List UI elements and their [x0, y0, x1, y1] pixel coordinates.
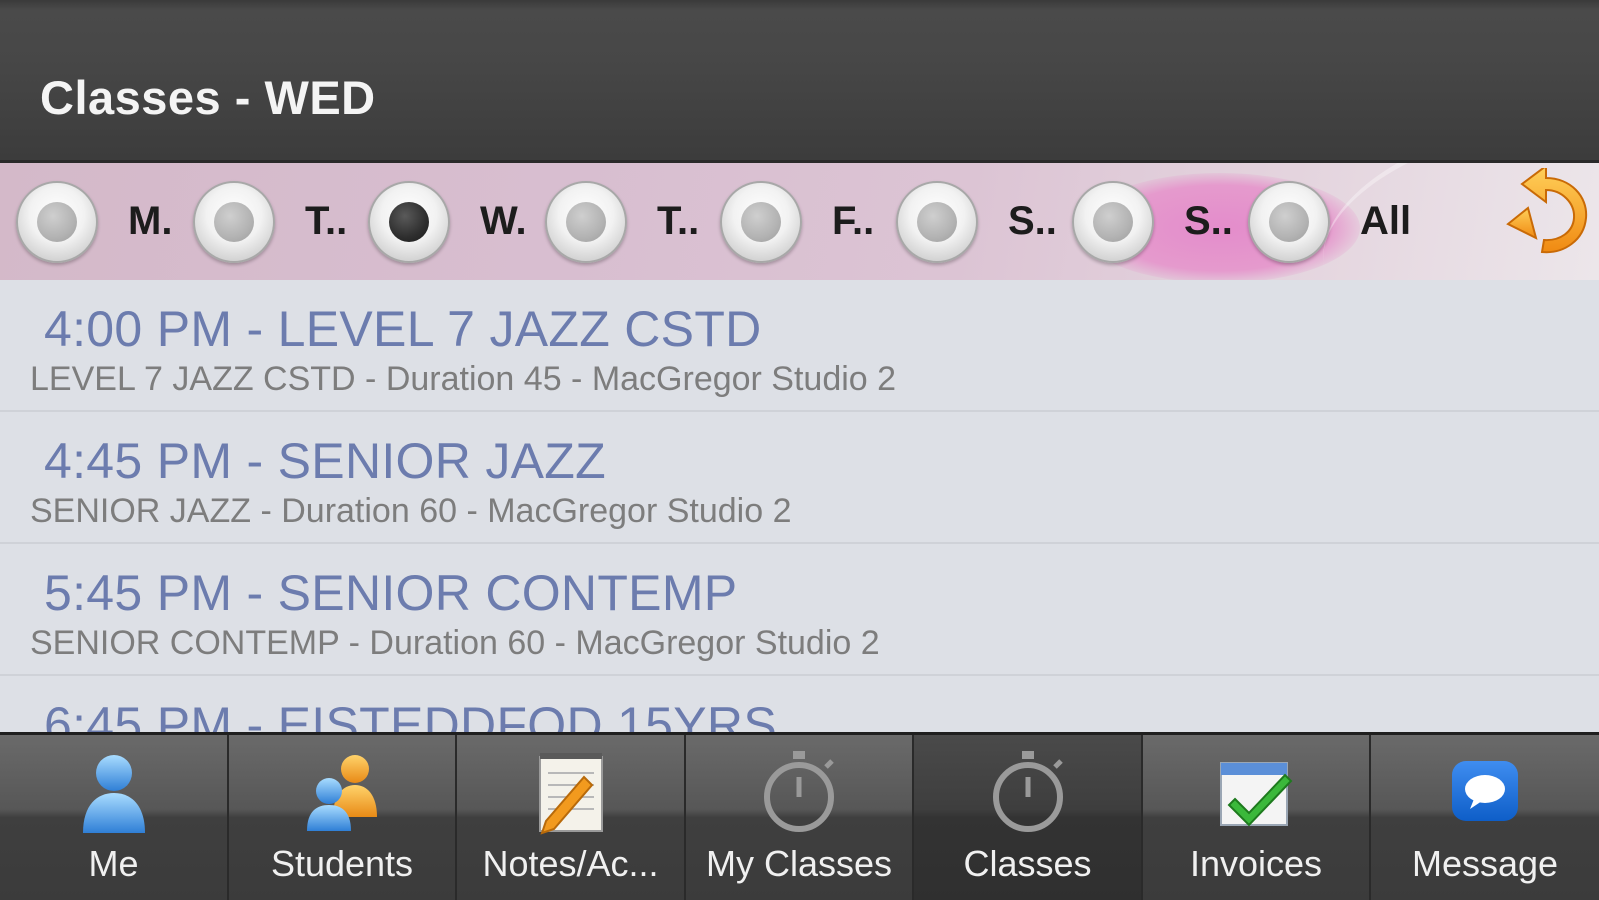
radio-button-selected[interactable]: [368, 180, 450, 263]
day-label: T..: [657, 199, 700, 243]
class-row[interactable]: 4:00 PM - LEVEL 7 JAZZ CSTD LEVEL 7 JAZZ…: [0, 280, 1599, 412]
tab-notes[interactable]: Notes/Ac...: [457, 735, 686, 900]
students-icon: [307, 755, 377, 831]
tab-label: Classes: [963, 843, 1092, 884]
radio-button[interactable]: [1072, 180, 1154, 263]
day-label: W.: [480, 199, 527, 243]
tab-students[interactable]: Students: [229, 735, 457, 900]
class-title: 4:00 PM - LEVEL 7 JAZZ CSTD: [44, 301, 762, 357]
tab-label: Notes/Ac...: [482, 843, 659, 884]
app: Classes - WED M. T.. W. T.. F.. S.. S.. …: [0, 0, 1599, 900]
tab-label: Invoices: [1189, 843, 1323, 884]
notes-icon: [538, 753, 603, 835]
tab-label: Message: [1411, 843, 1559, 884]
class-subtitle: SENIOR JAZZ - Duration 60 - MacGregor St…: [30, 492, 792, 530]
page-title: Classes - WED: [40, 71, 376, 124]
day-label: M.: [128, 199, 173, 243]
radio-button[interactable]: [896, 180, 978, 263]
class-list[interactable]: 4:00 PM - LEVEL 7 JAZZ CSTD LEVEL 7 JAZZ…: [0, 280, 1599, 732]
tab-invoices[interactable]: Invoices: [1143, 735, 1371, 900]
class-title: 5:45 PM - SENIOR CONTEMP: [44, 565, 738, 621]
refresh-arrow-icon[interactable]: [1498, 168, 1594, 258]
tab-me[interactable]: Me: [0, 735, 229, 900]
tab-message[interactable]: Message: [1371, 735, 1599, 900]
header-bar: Classes - WED: [0, 0, 1599, 163]
class-title: 4:45 PM - SENIOR JAZZ: [44, 433, 606, 489]
class-subtitle: SENIOR CONTEMP - Duration 60 - MacGregor…: [30, 624, 880, 662]
day-selector: M. T.. W. T.. F.. S.. S.. All: [0, 163, 1599, 280]
class-title: 6:45 PM - EISTEDDFOD 15YRS: [44, 697, 777, 732]
day-option-fri[interactable]: F..: [720, 163, 874, 280]
tab-my-classes[interactable]: My Classes: [686, 735, 914, 900]
tab-classes[interactable]: Classes: [914, 735, 1143, 900]
class-row[interactable]: 5:45 PM - SENIOR CONTEMP SENIOR CONTEMP …: [0, 544, 1599, 676]
radio-button[interactable]: [193, 180, 275, 263]
message-bubble-icon: [1452, 761, 1518, 821]
radio-button[interactable]: [16, 180, 98, 263]
class-row[interactable]: 6:45 PM - EISTEDDFOD 15YRS: [0, 676, 1599, 732]
tab-label: Students: [270, 843, 414, 884]
day-label: T..: [305, 199, 348, 243]
invoice-check-icon: [1220, 762, 1293, 827]
person-icon: [82, 755, 145, 833]
day-label: F..: [832, 199, 875, 243]
stopwatch-icon: [992, 751, 1063, 832]
day-option-thu[interactable]: T..: [545, 163, 699, 280]
stopwatch-icon: [764, 751, 834, 832]
radio-button[interactable]: [545, 180, 627, 263]
day-option-tue[interactable]: T..: [193, 163, 347, 280]
class-row[interactable]: 4:45 PM - SENIOR JAZZ SENIOR JAZZ - Dura…: [0, 412, 1599, 544]
day-option-mon[interactable]: M.: [16, 163, 172, 280]
radio-button[interactable]: [720, 180, 802, 263]
radio-button[interactable]: [1248, 180, 1330, 263]
day-label: S..: [1008, 199, 1057, 243]
day-option-all[interactable]: All: [1248, 163, 1411, 280]
day-option-sat[interactable]: S..: [896, 163, 1057, 280]
tab-bar: Me Students Notes/Ac... My Classes Class…: [0, 732, 1599, 900]
tab-label: Me: [88, 843, 139, 884]
day-label: All: [1360, 199, 1412, 243]
day-label: S..: [1184, 199, 1233, 243]
class-subtitle: LEVEL 7 JAZZ CSTD - Duration 45 - MacGre…: [30, 360, 897, 398]
day-option-sun[interactable]: S..: [1072, 163, 1233, 280]
tab-label: My Classes: [705, 843, 893, 884]
day-option-wed[interactable]: W.: [368, 163, 527, 280]
